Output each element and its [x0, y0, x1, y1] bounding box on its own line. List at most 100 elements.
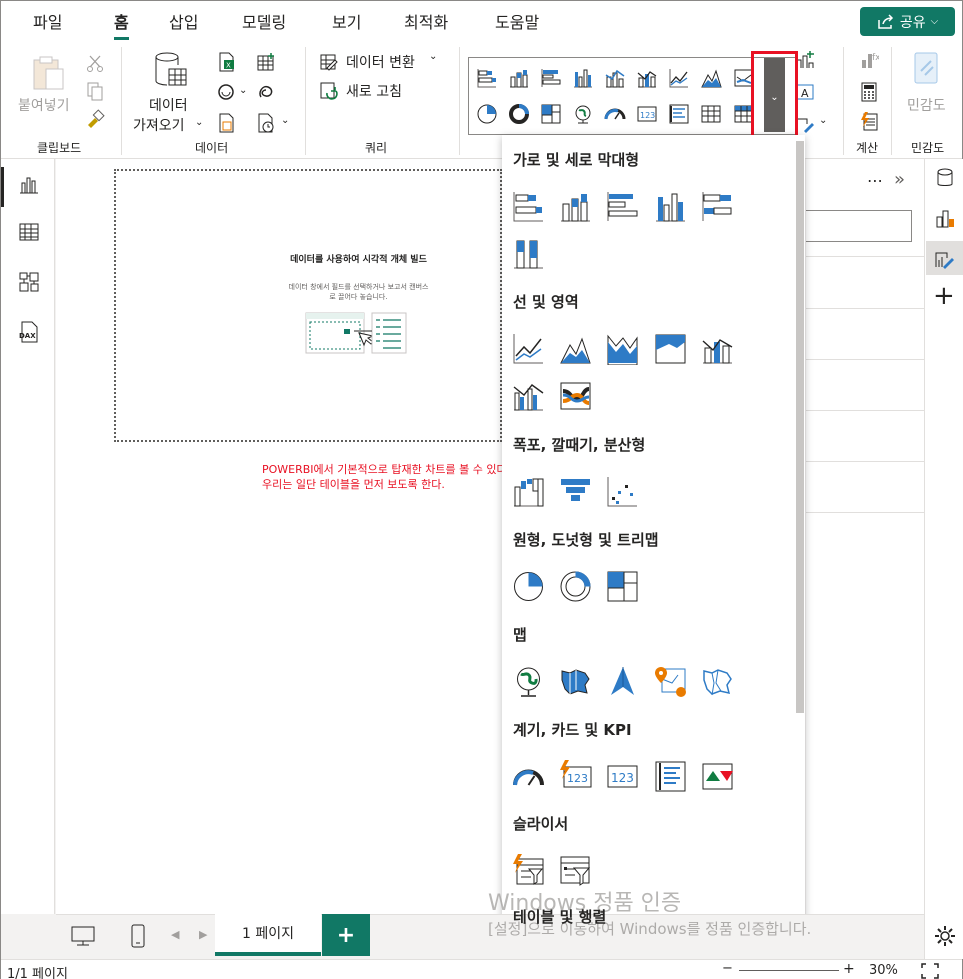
tab-help[interactable]: 도움말: [495, 9, 539, 33]
treemap-icon[interactable]: [540, 103, 562, 125]
map-icon[interactable]: [572, 103, 594, 125]
format-pane-icon[interactable]: [934, 207, 956, 229]
donut-chart-icon[interactable]: [559, 570, 592, 603]
chevron-left-icon[interactable]: ◀: [171, 928, 179, 941]
gauge-icon[interactable]: [512, 760, 545, 793]
new-card-icon[interactable]: 123: [559, 760, 592, 793]
tab-modeling[interactable]: 모델링: [242, 9, 286, 33]
excel-icon[interactable]: X: [216, 52, 236, 72]
quick-measure-icon[interactable]: [859, 111, 879, 131]
dataverse-icon[interactable]: [256, 82, 276, 102]
line-clustered-column-icon[interactable]: [604, 67, 626, 89]
report-canvas[interactable]: 데이터를 사용하여 시각적 개체 빌드 데이터 창에서 필드를 선택하거나 보고…: [56, 159, 510, 914]
share-button[interactable]: 공유 ⌵: [860, 7, 955, 36]
stacked-column-chart-icon[interactable]: [508, 67, 530, 89]
stacked-column-chart-icon[interactable]: [559, 190, 592, 223]
scatter-chart-icon[interactable]: [606, 475, 639, 508]
add-pane-icon[interactable]: +: [933, 283, 955, 309]
pane-search-input[interactable]: [806, 210, 912, 242]
shape-map-icon[interactable]: [701, 665, 734, 698]
stacked-bar-chart-icon[interactable]: [476, 67, 498, 89]
page-tab-1[interactable]: 1 페이지: [215, 914, 321, 956]
transform-data-button[interactable]: 데이터 변환 ⌄: [319, 51, 443, 73]
slicer-icon[interactable]: [559, 854, 592, 887]
model-view-icon[interactable]: [18, 271, 40, 293]
clustered-column-chart-icon[interactable]: [654, 190, 687, 223]
report-view-icon[interactable]: [18, 173, 40, 195]
desktop-layout-icon[interactable]: [70, 925, 96, 947]
fit-to-page-icon[interactable]: [921, 963, 939, 979]
azure-map-icon[interactable]: [606, 665, 639, 698]
multi-row-card-icon[interactable]: [668, 103, 690, 125]
recent-sources-icon[interactable]: [256, 113, 276, 133]
build-visual-icon[interactable]: [934, 247, 956, 269]
line-chart-icon[interactable]: [668, 67, 690, 89]
area-chart-icon[interactable]: [559, 332, 592, 365]
line-chart-icon[interactable]: [512, 332, 545, 365]
card-icon[interactable]: 123: [636, 103, 658, 125]
visual-placeholder[interactable]: 데이터를 사용하여 시각적 개체 빌드 데이터 창에서 필드를 선택하거나 보고…: [114, 169, 502, 442]
zoom-slider[interactable]: [739, 970, 839, 971]
hundred-percent-bar-icon[interactable]: [701, 190, 734, 223]
new-measure-icon[interactable]: fx: [859, 50, 879, 70]
format-painter-icon[interactable]: [85, 109, 105, 129]
collapse-pane-icon[interactable]: »: [894, 169, 905, 190]
more-options-icon[interactable]: ⋯: [867, 171, 883, 190]
dropdown-scrollbar[interactable]: [796, 141, 804, 713]
line-stacked-column-icon[interactable]: [636, 67, 658, 89]
ribbon-chart-icon[interactable]: [559, 379, 592, 412]
funnel-chart-icon[interactable]: [559, 475, 592, 508]
clustered-bar-chart-icon[interactable]: [540, 67, 562, 89]
table-view-icon[interactable]: [18, 221, 40, 243]
clustered-bar-chart-icon[interactable]: [606, 190, 639, 223]
tab-optimize[interactable]: 최적화: [404, 9, 448, 33]
tab-file[interactable]: 파일: [33, 9, 62, 33]
area-chart-icon[interactable]: [700, 67, 722, 89]
line-clustered-column-icon[interactable]: [512, 379, 545, 412]
copy-icon[interactable]: [85, 81, 105, 101]
dax-query-view-icon[interactable]: DAX: [18, 321, 40, 343]
map-icon[interactable]: [512, 665, 545, 698]
tab-insert[interactable]: 삽입: [169, 9, 198, 33]
arcgis-map-icon[interactable]: [654, 665, 687, 698]
card-icon[interactable]: 123: [606, 760, 639, 793]
onelake-icon[interactable]: [216, 82, 236, 102]
chevron-down-icon[interactable]: ⌄: [819, 115, 827, 126]
treemap-icon[interactable]: [606, 570, 639, 603]
mobile-layout-icon[interactable]: [130, 923, 146, 949]
zoom-in-button[interactable]: +: [843, 961, 855, 977]
kpi-icon[interactable]: [701, 760, 734, 793]
table-visual-icon[interactable]: [700, 103, 722, 125]
new-slicer-icon[interactable]: [512, 854, 545, 887]
more-visuals-icon[interactable]: [795, 113, 815, 133]
cut-icon[interactable]: [85, 53, 105, 73]
zoom-out-button[interactable]: −: [722, 961, 733, 976]
hundred-percent-area-icon[interactable]: [654, 332, 687, 365]
pie-chart-icon[interactable]: [476, 103, 498, 125]
chevron-down-icon[interactable]: ⌄: [239, 85, 247, 96]
waterfall-chart-icon[interactable]: [512, 475, 545, 508]
line-stacked-column-icon[interactable]: [701, 332, 734, 365]
refresh-button[interactable]: 새로 고침: [319, 80, 419, 102]
sql-server-icon[interactable]: [216, 113, 236, 133]
donut-chart-icon[interactable]: [508, 103, 530, 125]
tab-home[interactable]: 홈: [114, 9, 129, 40]
paste-button[interactable]: 붙여넣기: [17, 53, 79, 115]
clustered-column-chart-icon[interactable]: [572, 67, 594, 89]
multi-row-card-icon[interactable]: [654, 760, 687, 793]
stacked-bar-chart-icon[interactable]: [512, 190, 545, 223]
new-visual-icon[interactable]: [795, 50, 815, 70]
sensitivity-button[interactable]: 민감도: [899, 51, 961, 133]
stacked-area-chart-icon[interactable]: [606, 332, 639, 365]
chevron-down-icon[interactable]: ⌄: [281, 115, 289, 126]
calculator-icon[interactable]: [859, 82, 879, 102]
gauge-icon[interactable]: [604, 103, 626, 125]
filled-map-icon[interactable]: [559, 665, 592, 698]
hundred-percent-column-icon[interactable]: [512, 237, 545, 270]
chevron-right-icon[interactable]: ▶: [199, 928, 207, 941]
data-pane-icon[interactable]: [934, 167, 956, 189]
add-page-button[interactable]: +: [322, 914, 370, 956]
text-box-icon[interactable]: A: [795, 82, 815, 102]
tab-view[interactable]: 보기: [332, 9, 361, 33]
get-data-button[interactable]: 데이터 가져오기 ⌄: [131, 51, 207, 134]
